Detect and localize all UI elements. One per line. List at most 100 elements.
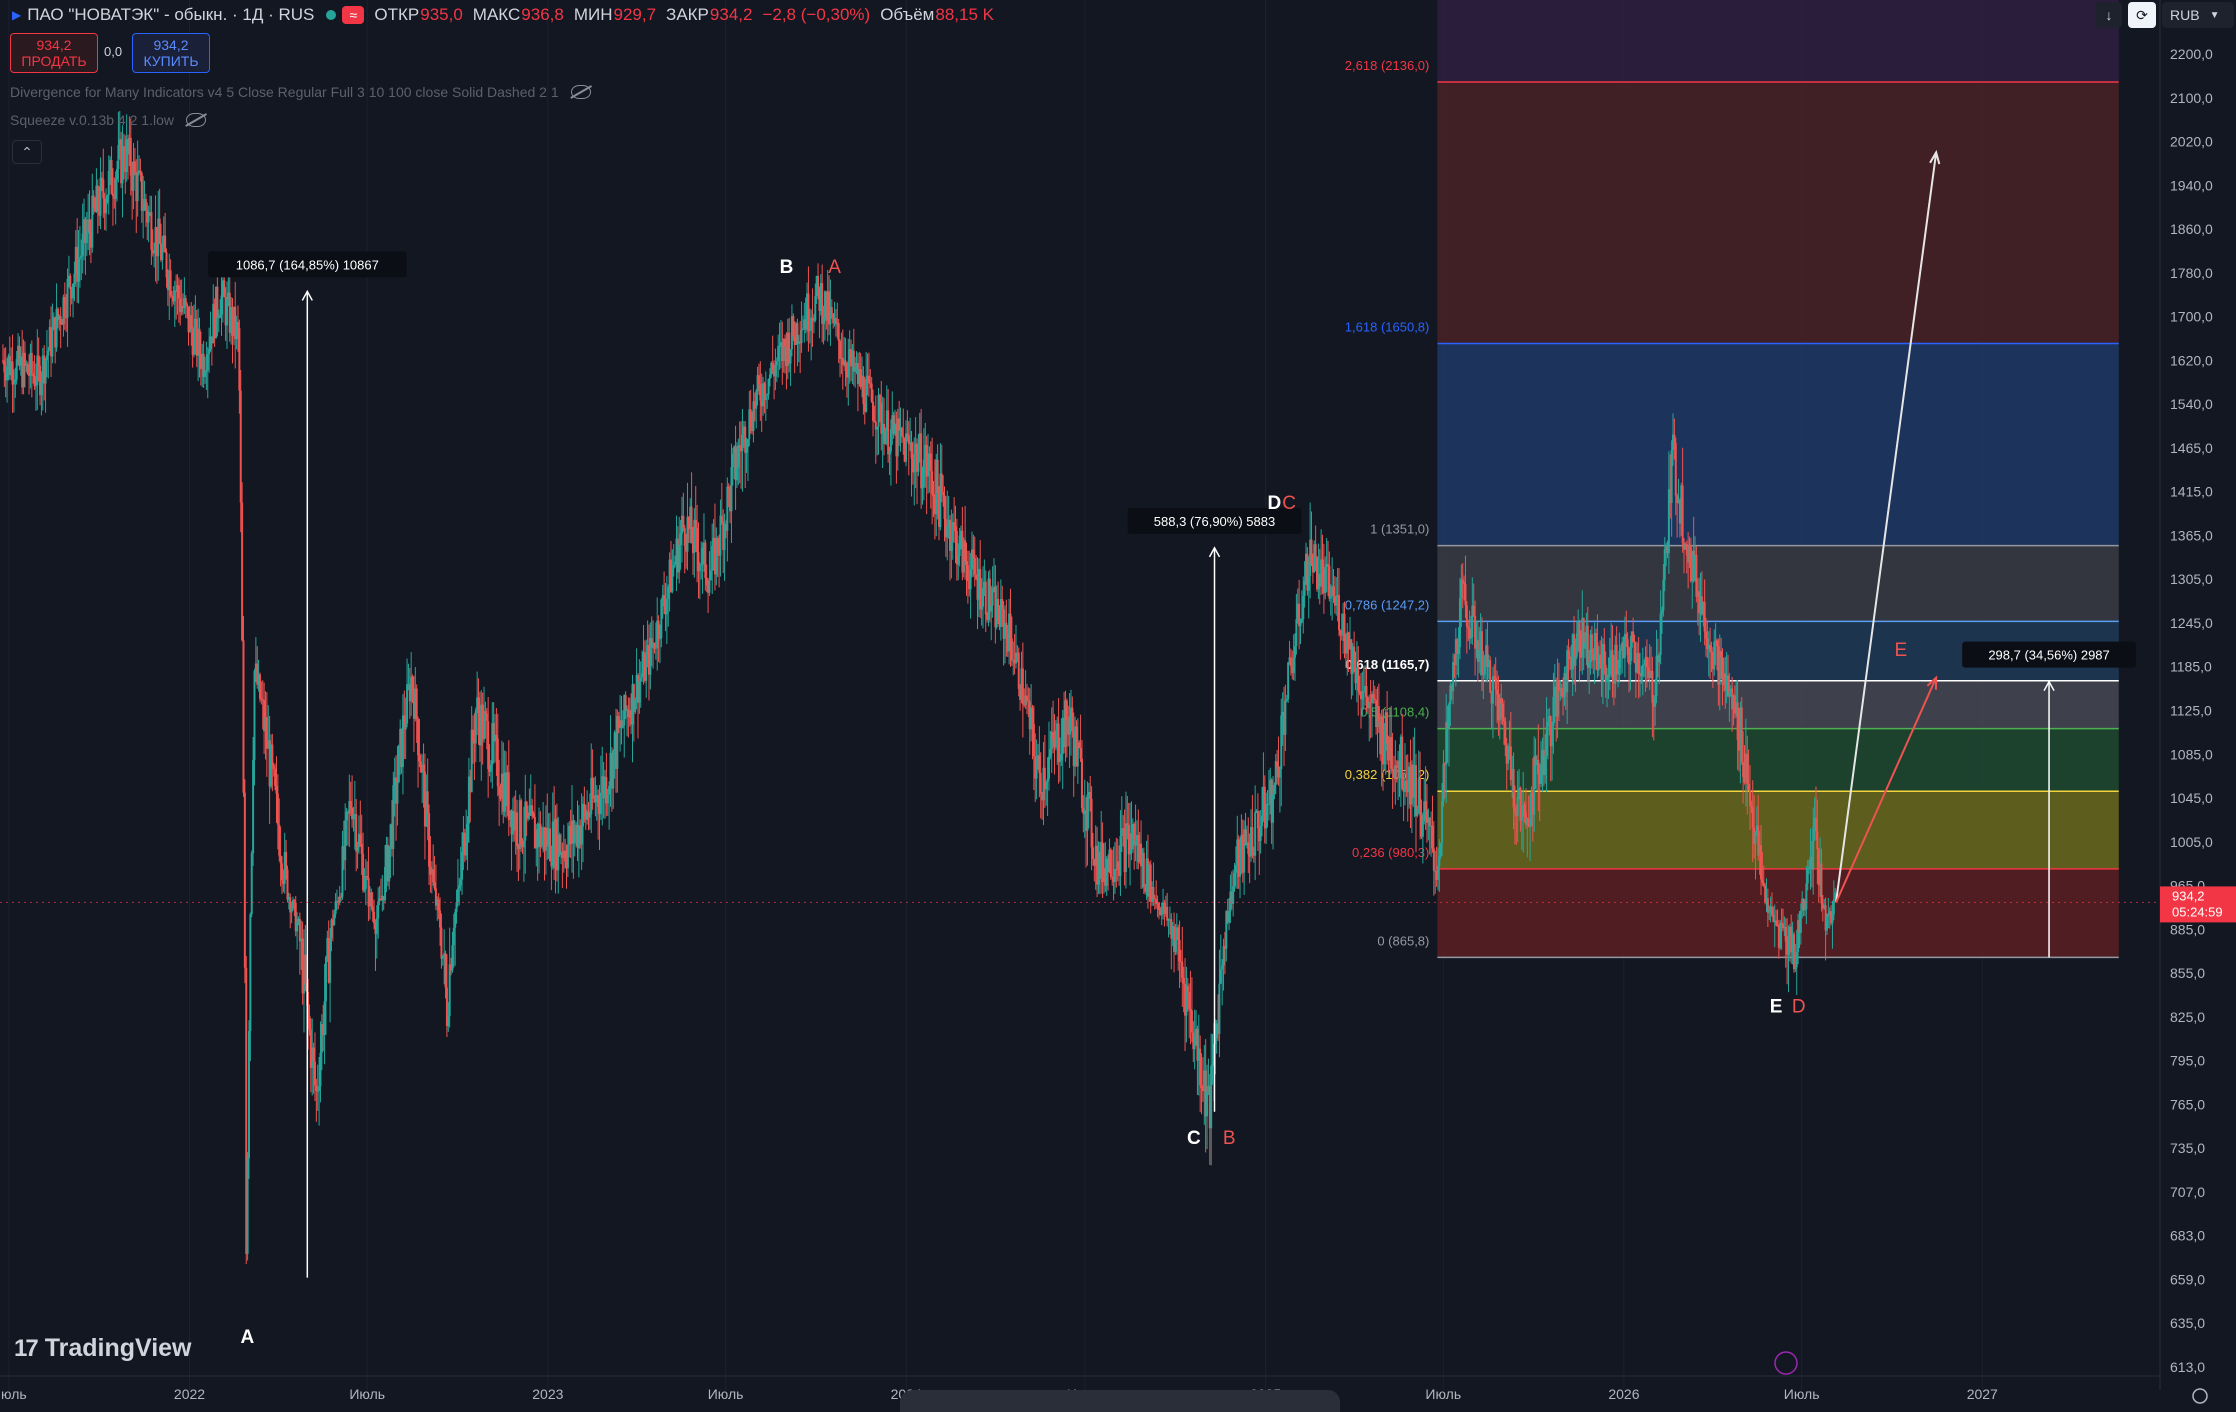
price-axis-tick: 1415,0 — [2170, 484, 2213, 500]
candle-body — [1673, 434, 1676, 444]
candle-body — [731, 453, 734, 468]
candle-body — [814, 296, 817, 321]
candle-body — [1256, 810, 1259, 829]
candle-body — [34, 385, 37, 387]
candle-body — [698, 565, 701, 572]
candle-body — [359, 833, 362, 844]
candle-body — [1816, 831, 1819, 850]
candle-body — [1806, 868, 1809, 884]
hidden-eye-icon[interactable] — [570, 85, 591, 99]
hidden-eye-icon[interactable] — [185, 113, 206, 127]
candle-body — [1625, 633, 1628, 640]
candle-body — [1391, 768, 1394, 771]
candle-body — [139, 170, 142, 174]
candle-body — [184, 298, 187, 305]
sell-button[interactable]: 934,2 ПРОДАТЬ — [10, 33, 98, 73]
candle-body — [727, 486, 730, 489]
candle-body — [100, 177, 103, 180]
candle-body — [1049, 749, 1052, 757]
candle-body — [1372, 693, 1375, 699]
buy-button[interactable]: 934,2 КУПИТЬ — [132, 33, 210, 73]
candle-body — [37, 355, 40, 366]
candle-body — [1239, 846, 1242, 877]
candle-body — [902, 436, 905, 438]
candle-body — [778, 345, 781, 347]
candle-body — [1467, 626, 1470, 629]
candle-body — [730, 467, 733, 512]
candle-body — [784, 338, 787, 347]
candle-body — [1762, 882, 1765, 886]
candle-body — [1827, 913, 1830, 917]
fib-level-label: 1,618 (1650,8) — [1345, 320, 1430, 335]
candle-body — [672, 565, 675, 569]
candle-body — [92, 195, 95, 208]
candle-body — [1728, 692, 1731, 697]
candle-body — [1031, 707, 1034, 724]
candle-body — [363, 888, 366, 891]
collapse-indicators-button[interactable]: ⌃ — [12, 140, 42, 164]
candle-body — [1588, 662, 1591, 668]
candle-body — [597, 795, 600, 807]
download-button[interactable]: ↓ — [2096, 2, 2122, 28]
candle-body — [1401, 736, 1404, 789]
candle-body — [1770, 906, 1773, 915]
candle-body — [33, 376, 36, 387]
candle-body — [1386, 712, 1389, 744]
candle-body — [279, 855, 282, 864]
collapse-triangle-icon[interactable]: ▶ — [12, 8, 21, 22]
candle-body — [1578, 622, 1581, 653]
candle-body — [225, 299, 228, 326]
candle-body — [1358, 690, 1361, 694]
candle-body — [889, 429, 892, 452]
candle-body — [792, 316, 795, 337]
candle-body — [1265, 804, 1268, 829]
candle-body — [426, 791, 429, 814]
candle-body — [280, 863, 283, 881]
indicator-divergence[interactable]: Divergence for Many Indicators v4 5 Clos… — [10, 84, 591, 100]
candle-body — [645, 655, 648, 681]
candle-body — [745, 446, 748, 453]
candle-body — [1292, 657, 1295, 673]
time-axis-label: 2027 — [1967, 1386, 1998, 1402]
candle-body — [296, 922, 299, 932]
candle-body — [936, 459, 939, 494]
indicator-squeeze[interactable]: Squeeze v.0.13b 4 2 1.low — [10, 112, 206, 128]
candle-body — [1035, 766, 1038, 779]
price-chart[interactable]: 0 (865,8)0,236 (980,3)0,382 (1051,2)0,5 … — [0, 0, 2236, 1412]
candle-body — [411, 676, 414, 692]
candle-body — [796, 323, 799, 344]
candle-body — [1489, 660, 1492, 693]
tradingview-logo[interactable]: 17 TradingView — [14, 1334, 192, 1363]
price-axis-tick: 735,0 — [2170, 1140, 2205, 1156]
symbol-title[interactable]: ПАО "НОВАТЭК" - обыкн. · 1Д · RUS — [27, 5, 314, 25]
delayed-data-badge: ≈ — [342, 6, 365, 24]
candle-body — [741, 434, 744, 452]
fib-zone — [1437, 343, 2119, 546]
candle-body — [1307, 575, 1310, 591]
candle-body — [1086, 794, 1089, 831]
candle-body — [169, 270, 172, 296]
bottom-toolbar[interactable] — [900, 1390, 1340, 1412]
candle-body — [965, 561, 968, 565]
low-label: МИН — [573, 5, 613, 24]
compare-button[interactable]: ⟳ — [2128, 2, 2156, 28]
candle-body — [940, 473, 943, 493]
fib-zone — [1437, 545, 2119, 622]
candle-body — [371, 906, 374, 912]
candle-body — [220, 295, 223, 315]
candle-body — [900, 427, 903, 437]
candle-body — [384, 866, 387, 901]
price-axis-tick: 1305,0 — [2170, 571, 2213, 587]
candle-body — [1705, 631, 1708, 639]
candle-body — [1575, 633, 1578, 657]
candle-body — [1251, 827, 1254, 853]
candle-body — [439, 910, 442, 928]
candle-body — [1365, 686, 1368, 698]
candle-body — [1491, 676, 1494, 704]
wave-label-white: D — [1268, 493, 1282, 514]
candle-body — [704, 542, 707, 578]
candle-body — [153, 252, 156, 254]
candle-body — [674, 561, 677, 566]
currency-select[interactable]: RUB ▼ — [2162, 2, 2234, 28]
candle-body — [822, 317, 825, 324]
